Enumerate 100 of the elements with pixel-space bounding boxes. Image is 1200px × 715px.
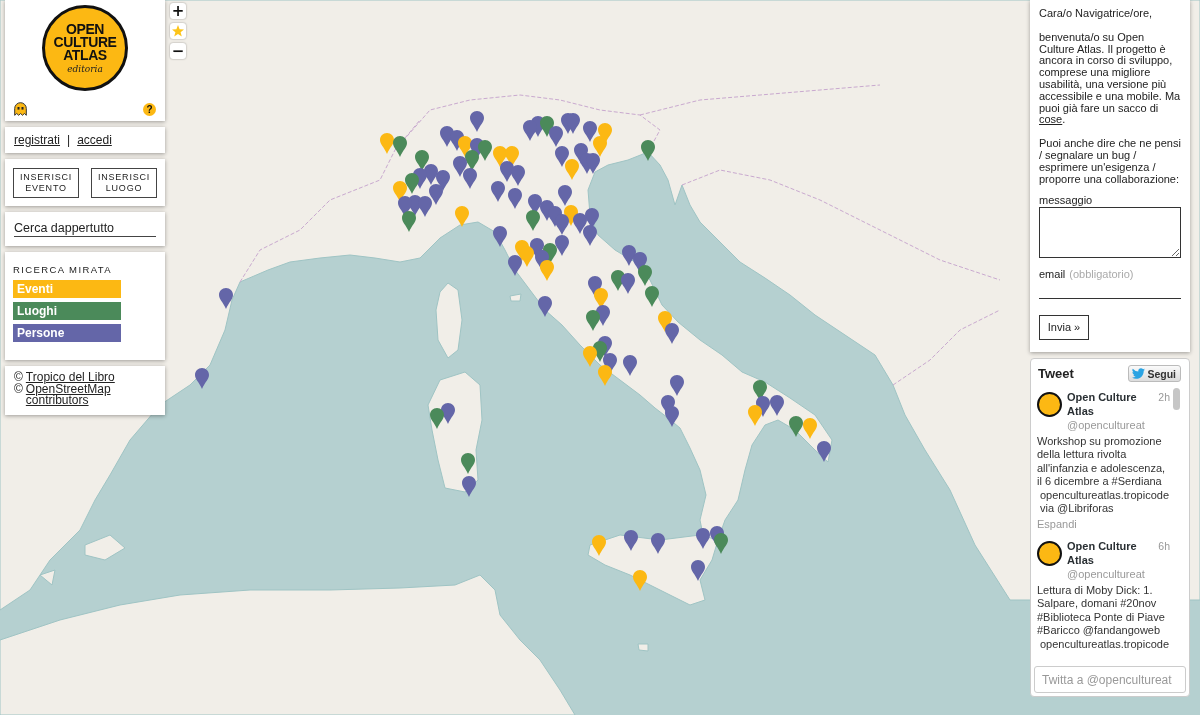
text-link[interactable]: cose: [1039, 113, 1063, 126]
map-pin-icon[interactable]: [641, 140, 655, 161]
map-pin-icon[interactable]: [458, 136, 472, 157]
map-pin-icon[interactable]: [493, 146, 507, 167]
send-button[interactable]: Invia »: [1039, 314, 1089, 340]
map-pin-icon[interactable]: [418, 196, 432, 217]
map-pin-icon[interactable]: [558, 185, 572, 206]
insert-button[interactable]: INSERISCI LUOGO: [91, 167, 157, 198]
insert-button[interactable]: INSERISCI EVENTO: [13, 167, 79, 198]
map-pin-icon[interactable]: [461, 453, 475, 474]
map-pin-icon[interactable]: [753, 380, 767, 401]
map-pin-icon[interactable]: [714, 533, 728, 554]
map-pin-icon[interactable]: [598, 365, 612, 386]
map-pin-icon[interactable]: [586, 153, 600, 174]
map-pin-icon[interactable]: [405, 173, 419, 194]
map-pin-icon[interactable]: [670, 375, 684, 396]
map-pin-icon[interactable]: [505, 146, 519, 167]
map-pin-icon[interactable]: [621, 273, 635, 294]
map-pin-icon[interactable]: [393, 136, 407, 157]
map-pin-icon[interactable]: [593, 341, 607, 362]
credit-link[interactable]: Tropico del Libro: [25, 372, 115, 384]
map-pin-icon[interactable]: [691, 560, 705, 581]
map-pin-icon[interactable]: [665, 406, 679, 427]
follow-button[interactable]: Segui: [1128, 365, 1181, 382]
map-pin-icon[interactable]: [523, 120, 537, 141]
filter-button[interactable]: Persone: [13, 324, 121, 342]
map-pin-icon[interactable]: [555, 146, 569, 167]
map-pin-icon[interactable]: [393, 181, 407, 202]
map-pin-icon[interactable]: [478, 140, 492, 161]
map-pin-icon[interactable]: [511, 165, 525, 186]
map-pin-icon[interactable]: [555, 214, 569, 235]
map-pin-icon[interactable]: [583, 346, 597, 367]
map-pin-icon[interactable]: [585, 208, 599, 229]
map-pin-icon[interactable]: [415, 150, 429, 171]
map-pin-icon[interactable]: [583, 225, 597, 246]
login-link[interactable]: accedi: [77, 133, 112, 147]
map-pin-icon[interactable]: [500, 161, 514, 182]
tweet-field[interactable]: Twitta a @opencultureat: [1034, 666, 1186, 693]
ghost-icon[interactable]: [14, 102, 27, 116]
avatar-icon[interactable]: [1037, 541, 1062, 566]
map-pin-icon[interactable]: [462, 476, 476, 497]
map-pin-icon[interactable]: [555, 235, 569, 256]
map-pin-icon[interactable]: [748, 405, 762, 426]
map-pin-icon[interactable]: [463, 168, 477, 189]
register-link[interactable]: registrati: [14, 133, 60, 147]
credit-link[interactable]: OpenStreetMap contributors: [25, 383, 156, 407]
filter-button[interactable]: Luoghi: [13, 302, 121, 320]
message-field[interactable]: [1039, 207, 1181, 259]
map-pin-icon[interactable]: [430, 408, 444, 429]
map-pin-icon[interactable]: [817, 441, 831, 462]
map-pin-icon[interactable]: [638, 265, 652, 286]
map-pin-icon[interactable]: [622, 245, 636, 266]
author-name[interactable]: Open Culture Atlas: [1067, 390, 1145, 418]
map-pin-icon[interactable]: [593, 136, 607, 157]
map-pin-icon[interactable]: [465, 150, 479, 171]
zoom-in-button[interactable]: +: [170, 3, 186, 19]
map-pin-icon[interactable]: [402, 211, 416, 232]
map-pin-icon[interactable]: [470, 111, 484, 132]
map-pin-icon[interactable]: [436, 170, 450, 191]
map-pin-icon[interactable]: [195, 368, 209, 389]
map-pin-icon[interactable]: [508, 255, 522, 276]
zoom-out-button[interactable]: −: [170, 43, 186, 59]
scrollbar-thumb[interactable]: [1173, 388, 1180, 410]
map-pin-icon[interactable]: [596, 305, 610, 326]
map-pin-icon[interactable]: [526, 210, 540, 231]
map-pin-icon[interactable]: [219, 288, 233, 309]
help-button[interactable]: ?: [143, 102, 156, 116]
map-pin-icon[interactable]: [429, 184, 443, 205]
map-pin-icon[interactable]: [645, 286, 659, 307]
map-pin-icon[interactable]: [658, 311, 672, 332]
map-pin-icon[interactable]: [789, 416, 803, 437]
map-pin-icon[interactable]: [770, 395, 784, 416]
map-pin-icon[interactable]: [540, 116, 554, 137]
tweet-link[interactable]: opencultureatlas.tropicode: [1037, 637, 1170, 651]
logo-badge[interactable]: OPEN CULTURE ATLAS editoria: [42, 5, 128, 91]
map-pin-icon[interactable]: [508, 188, 522, 209]
map-pin-icon[interactable]: [624, 530, 638, 551]
map-pin-icon[interactable]: [398, 196, 412, 217]
map-pin-icon[interactable]: [453, 156, 467, 177]
map-pin-icon[interactable]: [665, 323, 679, 344]
map-pin-icon[interactable]: [594, 288, 608, 309]
map-pin-icon[interactable]: [696, 528, 710, 549]
author-name[interactable]: Open Culture Atlas: [1067, 539, 1145, 567]
map-pin-icon[interactable]: [756, 396, 770, 417]
map-pin-icon[interactable]: [623, 355, 637, 376]
map-pin-icon[interactable]: [538, 296, 552, 317]
map-pin-icon[interactable]: [540, 260, 554, 281]
map-pin-icon[interactable]: [441, 403, 455, 424]
map-pin-icon[interactable]: [520, 246, 534, 267]
map-pin-icon[interactable]: [493, 226, 507, 247]
map-pin-icon[interactable]: [583, 121, 597, 142]
avatar-icon[interactable]: [1037, 392, 1062, 417]
map-pin-icon[interactable]: [651, 533, 665, 554]
tweet-link[interactable]: opencultureatlas.tropicode: [1037, 488, 1170, 502]
map-pin-icon[interactable]: [424, 164, 438, 185]
map-pin-icon[interactable]: [573, 213, 587, 234]
map-pin-icon[interactable]: [586, 310, 600, 331]
search-field[interactable]: Cerca dappertutto: [5, 212, 165, 246]
map-pin-icon[interactable]: [491, 181, 505, 202]
map-pin-icon[interactable]: [549, 126, 563, 147]
